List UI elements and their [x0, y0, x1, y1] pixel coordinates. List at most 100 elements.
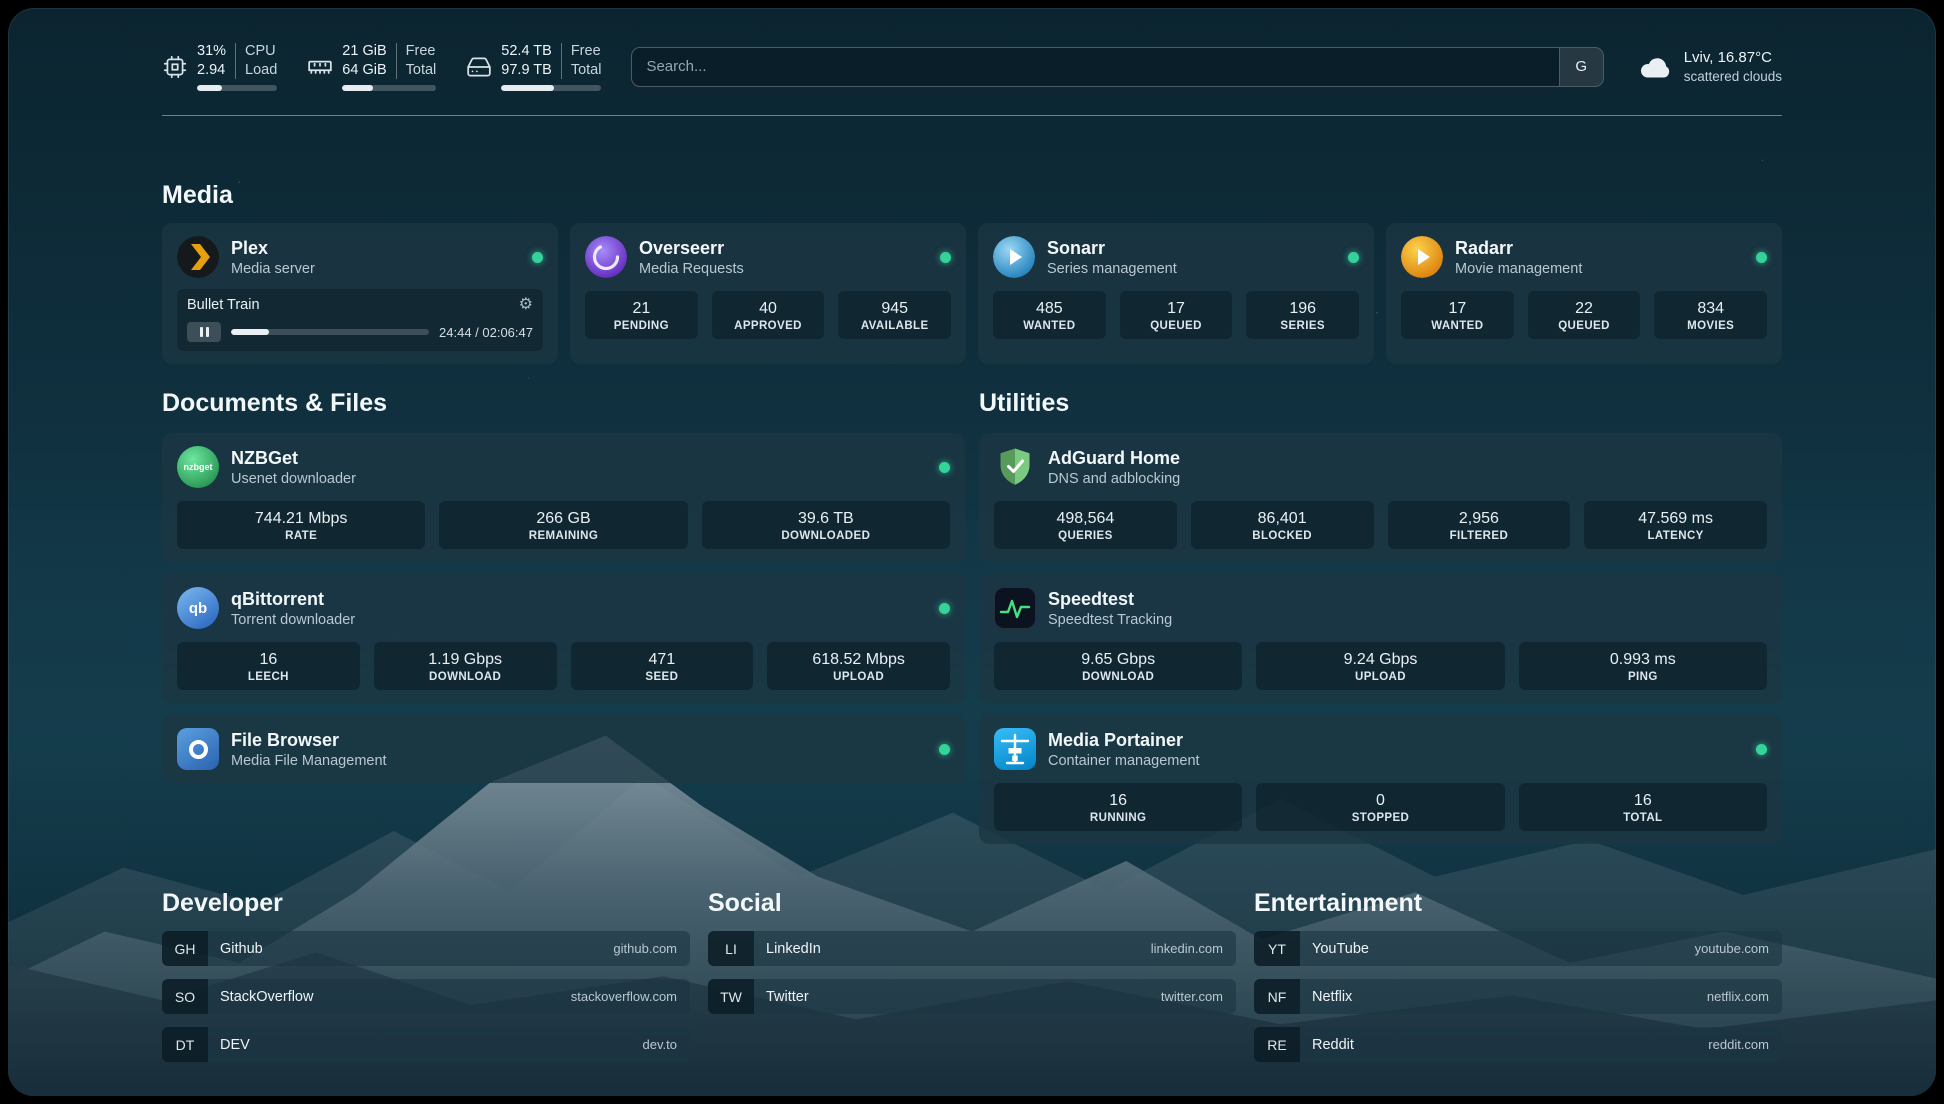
divider	[561, 43, 562, 79]
service-description: Speedtest Tracking	[1048, 612, 1172, 628]
qbittorrent-icon: qb	[177, 587, 219, 629]
speedtest-icon	[994, 587, 1036, 629]
status-online-dot	[940, 252, 951, 263]
service-description: Series management	[1047, 261, 1177, 277]
service-card-sonarr[interactable]: Sonarr Series management 485WANTED 17QUE…	[978, 223, 1374, 364]
search-bar: G	[631, 47, 1603, 87]
stat-box: 498,564QUERIES	[994, 501, 1177, 549]
stat-box: 2,956FILTERED	[1388, 501, 1571, 549]
bookmark-domain: linkedin.com	[1151, 941, 1223, 956]
section-title-documents: Documents & Files	[162, 388, 965, 419]
status-online-dot	[1348, 252, 1359, 263]
bookmark-group-developer: Developer GH Github github.com SO StackO…	[162, 888, 690, 1075]
memory-icon	[307, 54, 333, 80]
weather-widget: Lviv, 16.87°C scattered clouds	[1638, 48, 1782, 86]
status-online-dot	[1756, 252, 1767, 263]
service-card-qbittorrent[interactable]: qb qBittorrent Torrent downloader 16LEEC…	[162, 574, 965, 703]
status-online-dot	[1756, 744, 1767, 755]
media-grid: Plex Media server Bullet Train ⚙ 24:44 /…	[162, 223, 1782, 364]
section-title-social: Social	[708, 888, 1236, 919]
service-name: File Browser	[231, 730, 387, 751]
bookmark-group-entertainment: Entertainment YT YouTube youtube.com NF …	[1254, 888, 1782, 1075]
stat-box: 945AVAILABLE	[838, 291, 951, 339]
status-online-dot	[939, 462, 950, 473]
bookmark-name: Twitter	[766, 989, 809, 1005]
sonarr-icon	[993, 236, 1035, 278]
cpu-values: 31%2.94	[197, 42, 226, 80]
service-description: Media Requests	[639, 261, 744, 277]
pause-button[interactable]	[187, 322, 221, 342]
bookmark-netflix[interactable]: NF Netflix netflix.com	[1254, 979, 1782, 1014]
bookmark-twitter[interactable]: TW Twitter twitter.com	[708, 979, 1236, 1014]
stat-box: 266 GBREMAINING	[439, 501, 687, 549]
bookmark-github[interactable]: GH Github github.com	[162, 931, 690, 966]
status-online-dot	[939, 603, 950, 614]
divider	[235, 43, 236, 79]
bookmark-stackoverflow[interactable]: SO StackOverflow stackoverflow.com	[162, 979, 690, 1014]
section-title-media: Media	[162, 180, 1782, 211]
service-card-radarr[interactable]: Radarr Movie management 17WANTED 22QUEUE…	[1386, 223, 1782, 364]
service-card-adguard[interactable]: AdGuard Home DNS and adblocking 498,564Q…	[979, 433, 1782, 562]
disk-usage-bar	[501, 85, 601, 91]
bookmark-reddit[interactable]: RE Reddit reddit.com	[1254, 1027, 1782, 1062]
service-name: Speedtest	[1048, 589, 1172, 610]
weather-location: Lviv, 16.87°C	[1684, 48, 1782, 67]
bookmark-abbr: YT	[1254, 931, 1300, 966]
service-description: Torrent downloader	[231, 612, 355, 628]
service-name: Overseerr	[639, 238, 744, 259]
service-name: Media Portainer	[1048, 730, 1200, 751]
search-input[interactable]	[632, 48, 1558, 86]
stat-box: 86,401BLOCKED	[1191, 501, 1374, 549]
resource-widgets: 31%2.94 CPULoad	[162, 42, 601, 91]
weather-condition: scattered clouds	[1684, 67, 1782, 86]
memory-widget: 21 GiB64 GiB FreeTotal	[307, 42, 436, 91]
stat-box: 834MOVIES	[1654, 291, 1767, 339]
cpu-usage-bar	[197, 85, 277, 91]
service-name: Sonarr	[1047, 238, 1177, 259]
memory-values: 21 GiB64 GiB	[342, 42, 386, 80]
bookmark-name: Netflix	[1312, 989, 1352, 1005]
disk-values: 52.4 TB97.9 TB	[501, 42, 552, 80]
bookmark-linkedin[interactable]: LI LinkedIn linkedin.com	[708, 931, 1236, 966]
section-title-developer: Developer	[162, 888, 690, 919]
service-description: Usenet downloader	[231, 471, 356, 487]
playback-progress-bar[interactable]	[231, 329, 429, 335]
bookmark-youtube[interactable]: YT YouTube youtube.com	[1254, 931, 1782, 966]
bookmark-abbr: LI	[708, 931, 754, 966]
service-card-speedtest[interactable]: Speedtest Speedtest Tracking 9.65 GbpsDO…	[979, 574, 1782, 703]
search-provider-button[interactable]: G	[1559, 48, 1603, 86]
documents-column: Documents & Files nzbget NZBGet Usenet d…	[162, 388, 965, 844]
stat-box: 196SERIES	[1246, 291, 1359, 339]
adguard-shield-icon	[994, 446, 1036, 488]
service-card-filebrowser[interactable]: File Browser Media File Management	[162, 715, 965, 783]
section-title-utilities: Utilities	[979, 388, 1782, 419]
stat-box: 47.569 msLATENCY	[1584, 501, 1767, 549]
bookmark-domain: youtube.com	[1695, 941, 1769, 956]
bookmark-domain: twitter.com	[1161, 989, 1223, 1004]
hard-drive-icon	[466, 54, 492, 80]
divider	[396, 43, 397, 79]
playback-time: 24:44 / 02:06:47	[439, 325, 533, 340]
stat-box: 39.6 TBDOWNLOADED	[702, 501, 950, 549]
service-card-portainer[interactable]: Media Portainer Container management 16R…	[979, 715, 1782, 844]
gear-icon[interactable]: ⚙	[519, 297, 533, 313]
stat-box: 16RUNNING	[994, 783, 1242, 831]
bookmark-abbr: RE	[1254, 1027, 1300, 1062]
bookmark-name: Reddit	[1312, 1037, 1354, 1053]
bookmark-name: DEV	[220, 1037, 250, 1053]
bookmark-name: LinkedIn	[766, 941, 821, 957]
stat-box: 21PENDING	[585, 291, 698, 339]
bookmark-dev[interactable]: DT DEV dev.to	[162, 1027, 690, 1062]
service-description: Container management	[1048, 753, 1200, 769]
plex-icon	[177, 236, 219, 278]
bookmark-name: Github	[220, 941, 263, 957]
service-name: Plex	[231, 238, 315, 259]
header-divider	[162, 115, 1782, 116]
service-card-nzbget[interactable]: nzbget NZBGet Usenet downloader 744.21 M…	[162, 433, 965, 562]
service-card-plex[interactable]: Plex Media server Bullet Train ⚙ 24:44 /…	[162, 223, 558, 364]
service-card-overseerr[interactable]: Overseerr Media Requests 21PENDING 40APP…	[570, 223, 966, 364]
stat-box: 9.24 GbpsUPLOAD	[1256, 642, 1504, 690]
stat-box: 0.993 msPING	[1519, 642, 1767, 690]
bookmark-abbr: NF	[1254, 979, 1300, 1014]
service-description: DNS and adblocking	[1048, 471, 1180, 487]
